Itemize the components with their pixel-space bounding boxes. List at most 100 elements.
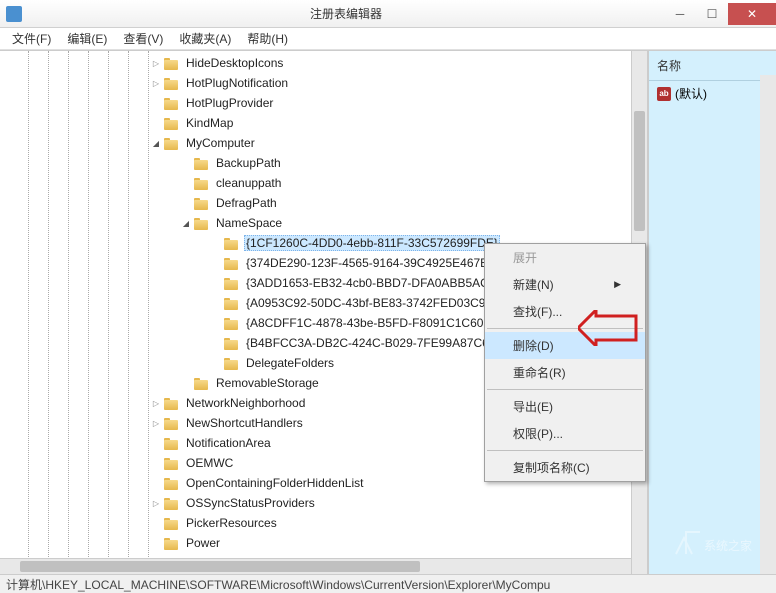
tree-label: OSSyncStatusProviders	[184, 496, 317, 510]
menu-file[interactable]: 文件(F)	[4, 28, 59, 49]
folder-icon	[224, 276, 240, 290]
expand-icon[interactable]	[150, 417, 162, 429]
folder-icon	[164, 496, 180, 510]
ctx-copykey[interactable]: 复制项名称(C)	[485, 454, 645, 481]
tree-label: NewShortcutHandlers	[184, 416, 305, 430]
context-menu: 展开 新建(N)▶ 查找(F)... 删除(D) 重命名(R) 导出(E) 权限…	[484, 243, 646, 482]
folder-icon	[194, 376, 210, 390]
tree-label: {1CF1260C-4DD0-4ebb-811F-33C572699FDE}	[244, 235, 500, 251]
folder-icon	[194, 156, 210, 170]
maximize-button[interactable]: ☐	[696, 3, 728, 25]
ctx-rename[interactable]: 重命名(R)	[485, 359, 645, 386]
ctx-export[interactable]: 导出(E)	[485, 393, 645, 420]
tree-label: {3ADD1653-EB32-4cb0-BBD7-DFA0ABB5ACCA}	[244, 276, 511, 290]
menu-view[interactable]: 查看(V)	[115, 28, 171, 49]
tree-item[interactable]: DefragPath	[0, 193, 647, 213]
folder-icon	[194, 216, 210, 230]
folder-icon	[224, 296, 240, 310]
tree-label: {A8CDFF1C-4878-43be-B5FD-F8091C1C60D0}	[244, 316, 505, 330]
value-row[interactable]: ab (默认)	[649, 81, 776, 106]
folder-icon	[164, 396, 180, 410]
submenu-arrow-icon: ▶	[614, 279, 621, 290]
minimize-button[interactable]: ─	[664, 3, 696, 25]
tree-label: OpenContainingFolderHiddenList	[184, 476, 365, 490]
tree-label: NameSpace	[214, 216, 284, 230]
hscroll-thumb[interactable]	[20, 561, 420, 572]
tree-label: BackupPath	[214, 156, 283, 170]
tree-item[interactable]: OSSyncStatusProviders	[0, 493, 647, 513]
statusbar: 计算机\HKEY_LOCAL_MACHINE\SOFTWARE\Microsof…	[0, 574, 776, 593]
tree-label: OEMWC	[184, 456, 235, 470]
folder-icon	[164, 436, 180, 450]
menubar: 文件(F) 编辑(E) 查看(V) 收藏夹(A) 帮助(H)	[0, 28, 776, 50]
folder-icon	[164, 76, 180, 90]
tree-label: PickerResources	[184, 516, 279, 530]
folder-icon	[164, 56, 180, 70]
ctx-permissions[interactable]: 权限(P)...	[485, 420, 645, 447]
values-scrollbar[interactable]	[760, 75, 776, 574]
tree-label: RemovableStorage	[214, 376, 321, 390]
tree-label: KindMap	[184, 116, 235, 130]
menu-favorites[interactable]: 收藏夹(A)	[171, 28, 239, 49]
ctx-separator	[487, 389, 643, 390]
ctx-separator	[487, 450, 643, 451]
folder-icon	[164, 96, 180, 110]
menu-edit[interactable]: 编辑(E)	[59, 28, 115, 49]
watermark: 系统之家	[668, 528, 768, 563]
expand-icon[interactable]	[150, 77, 162, 89]
folder-icon	[224, 356, 240, 370]
scroll-thumb[interactable]	[634, 111, 645, 231]
folder-icon	[194, 176, 210, 190]
menu-help[interactable]: 帮助(H)	[239, 28, 296, 49]
values-header[interactable]: 名称	[649, 51, 776, 81]
expand-icon[interactable]	[150, 397, 162, 409]
tree-label: HotPlugProvider	[184, 96, 275, 110]
ctx-new[interactable]: 新建(N)▶	[485, 271, 645, 298]
collapse-icon[interactable]	[150, 137, 162, 149]
collapse-icon[interactable]	[180, 217, 192, 229]
svg-text:系统之家: 系统之家	[704, 538, 752, 553]
window-title: 注册表编辑器	[28, 5, 664, 22]
folder-icon	[164, 476, 180, 490]
horizontal-scrollbar[interactable]	[0, 558, 631, 574]
tree-item[interactable]: BackupPath	[0, 153, 647, 173]
close-button[interactable]: ✕	[728, 3, 776, 25]
tree-item[interactable]: HotPlugProvider	[0, 93, 647, 113]
status-path: 计算机\HKEY_LOCAL_MACHINE\SOFTWARE\Microsof…	[6, 576, 550, 593]
tree-item[interactable]: cleanuppath	[0, 173, 647, 193]
tree-label: HideDesktopIcons	[184, 56, 285, 70]
tree-label: DelegateFolders	[244, 356, 336, 370]
folder-icon	[164, 536, 180, 550]
string-value-icon: ab	[657, 87, 671, 101]
tree-label: cleanuppath	[214, 176, 283, 190]
tree-label: NotificationArea	[184, 436, 273, 450]
expand-icon[interactable]	[150, 497, 162, 509]
tree-item[interactable]: MyComputer	[0, 133, 647, 153]
window-controls: ─ ☐ ✕	[664, 3, 776, 25]
tree-label: NetworkNeighborhood	[184, 396, 307, 410]
tree-label: {374DE290-123F-4565-9164-39C4925E467B}	[244, 256, 494, 270]
folder-icon	[224, 336, 240, 350]
annotation-arrow	[578, 310, 638, 349]
tree-item[interactable]: NameSpace	[0, 213, 647, 233]
tree-item[interactable]: Power	[0, 533, 647, 553]
tree-label: MyComputer	[184, 136, 257, 150]
folder-icon	[194, 196, 210, 210]
tree-label: {B4BFCC3A-DB2C-424C-B029-7FE99A87C641}	[244, 336, 508, 350]
folder-icon	[164, 116, 180, 130]
content-area: HideDesktopIcons HotPlugNotification HotPl…	[0, 50, 776, 574]
tree-item[interactable]: HideDesktopIcons	[0, 53, 647, 73]
ctx-expand[interactable]: 展开	[485, 244, 645, 271]
tree-item[interactable]: HotPlugNotification	[0, 73, 647, 93]
folder-icon	[164, 416, 180, 430]
tree-label: HotPlugNotification	[184, 76, 290, 90]
tree-label: Power	[184, 536, 222, 550]
expand-icon[interactable]	[150, 57, 162, 69]
app-icon	[6, 6, 22, 22]
folder-icon	[164, 136, 180, 150]
tree-item[interactable]: PickerResources	[0, 513, 647, 533]
titlebar: 注册表编辑器 ─ ☐ ✕	[0, 0, 776, 28]
folder-icon	[224, 236, 240, 250]
tree-label: {A0953C92-50DC-43bf-BE83-3742FED03C9C}	[244, 296, 500, 310]
tree-item[interactable]: KindMap	[0, 113, 647, 133]
